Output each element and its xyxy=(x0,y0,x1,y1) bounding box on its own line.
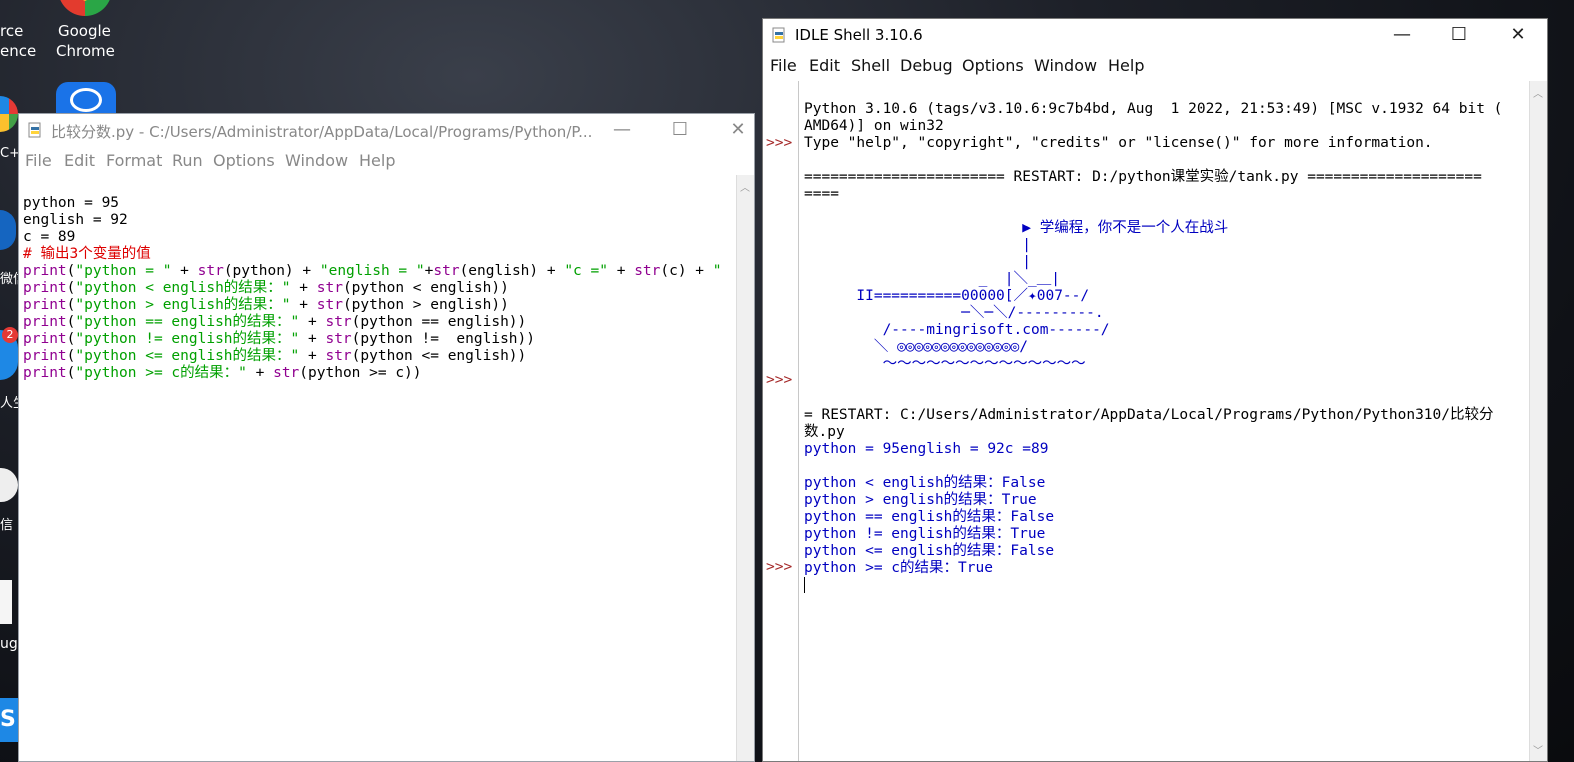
chrome-label: Google xyxy=(58,22,111,40)
maximize-button[interactable]: ☐ xyxy=(1436,19,1482,51)
tank-art-line: | xyxy=(804,254,1031,270)
code-line: print("python == english的结果：" + str(pyth… xyxy=(23,314,527,330)
shell-window: IDLE Shell 3.10.6 — ☐ ✕ File Edit Shell … xyxy=(762,18,1548,762)
tank-art-line: ～～～～～～～～～～～～～～ xyxy=(804,356,1086,372)
output-line: python != english的结果：True xyxy=(804,526,1046,542)
idle-icon xyxy=(771,27,787,43)
file-icon[interactable] xyxy=(0,580,12,624)
banner-line: AMD64)] on win32 xyxy=(804,118,944,134)
output-line: python < english的结果：False xyxy=(804,475,1046,491)
shell-menubar: File Edit Shell Debug Options Window Hel… xyxy=(763,51,1547,79)
output-line: python > english的结果：True xyxy=(804,492,1037,508)
notification-badge: 2 xyxy=(2,327,18,343)
tank-art-line: ▶ 学编程，你不是一个人在战斗 xyxy=(804,220,1229,236)
desktop-label: ug xyxy=(0,636,18,652)
tank-art-line: _ |＼_＿| xyxy=(804,271,1060,287)
app-icon[interactable] xyxy=(0,96,18,132)
text-cursor xyxy=(804,577,805,593)
restart-line: ==== xyxy=(804,186,839,202)
code-line: print("python > english的结果：" + str(pytho… xyxy=(23,297,509,313)
menu-edit[interactable]: Edit xyxy=(64,151,95,170)
menu-file[interactable]: File xyxy=(770,56,797,75)
editor-titlebar[interactable]: 比较分数.py - C:/Users/Administrator/AppData… xyxy=(19,114,754,146)
menu-shell[interactable]: Shell xyxy=(851,56,890,75)
tank-art-line: /----mingrisoft.com------/ xyxy=(804,322,1110,338)
wechat-icon[interactable] xyxy=(0,468,18,502)
menu-debug[interactable]: Debug xyxy=(900,56,953,75)
shell-output: Python 3.10.6 (tags/v3.10.6:9c7b4bd, Aug… xyxy=(804,84,1502,627)
tank-art-line: ─＼─＼/---------. xyxy=(804,305,1104,321)
editor-menubar: File Edit Format Run Options Window Help xyxy=(19,146,754,174)
tank-art-line: ＼ ◎◎◎◎◎◎◎◎◎◎◎◎◎◎/ xyxy=(804,339,1029,355)
desktop-label: rce xyxy=(0,22,24,40)
tank-art-line: | xyxy=(804,237,1031,253)
menu-window[interactable]: Window xyxy=(285,151,348,170)
editor-scrollbar[interactable]: ︿ xyxy=(736,175,754,761)
maximize-button[interactable]: ☐ xyxy=(657,114,703,146)
desktop-label: C+ xyxy=(0,146,20,161)
output-line: python = 95english = 92c =89 xyxy=(804,441,1049,457)
code-editor[interactable]: python = 95 english = 92 c = 89 # 输出3个变量的值 p… xyxy=(19,175,737,761)
menu-help[interactable]: Help xyxy=(1108,56,1144,75)
menu-format[interactable]: Format xyxy=(106,151,162,170)
output-line: python == english的结果：False xyxy=(804,509,1055,525)
menu-options[interactable]: Options xyxy=(962,56,1024,75)
code-text: python = 95 english = 92 c = 89 # 输出3个变量的值 p… xyxy=(23,178,722,416)
app-icon[interactable] xyxy=(0,210,16,250)
minimize-button[interactable]: — xyxy=(1379,19,1425,51)
restart-line: 数.py xyxy=(804,424,845,440)
tank-art-line: II==========00000[／✦007--/ xyxy=(804,288,1090,304)
code-line: c = 89 xyxy=(23,229,76,245)
prompt-gutter: >>> >>> >>> xyxy=(763,81,799,761)
menu-run[interactable]: Run xyxy=(172,151,203,170)
editor-title: 比较分数.py - C:/Users/Administrator/AppData… xyxy=(51,123,593,141)
code-line: # 输出3个变量的值 xyxy=(23,246,151,262)
close-button[interactable]: ✕ xyxy=(1495,19,1541,51)
menu-options[interactable]: Options xyxy=(213,151,275,170)
code-line: print("python != english的结果：" + str(pyth… xyxy=(23,331,535,347)
python-file-icon xyxy=(27,122,43,138)
editor-window: 比较分数.py - C:/Users/Administrator/AppData… xyxy=(18,113,755,762)
close-button[interactable]: ✕ xyxy=(715,114,761,146)
menu-window[interactable]: Window xyxy=(1034,56,1097,75)
restart-line: ======================= RESTART: D:/pyth… xyxy=(804,169,1482,185)
scroll-down-icon[interactable]: ﹀ xyxy=(1533,742,1543,757)
banner-line: Type "help", "copyright", "credits" or "… xyxy=(804,135,1433,151)
output-line: python <= english的结果：False xyxy=(804,543,1055,559)
banner-line: Python 3.10.6 (tags/v3.10.6:9c7b4bd, Aug… xyxy=(804,101,1503,117)
code-line: python = 95 xyxy=(23,195,120,211)
desktop-label: ence xyxy=(0,42,37,60)
code-line: print("python <= english的结果：" + str(pyth… xyxy=(23,348,527,364)
shell-scrollbar[interactable]: ︿ ﹀ xyxy=(1529,81,1547,761)
desktop-label: 信 xyxy=(0,518,14,533)
code-line: english = 92 xyxy=(23,212,128,228)
shell-prompt: >>> xyxy=(766,559,793,575)
code-line: print("python < english的结果：" + str(pytho… xyxy=(23,280,509,296)
chrome-icon[interactable] xyxy=(58,0,112,16)
minimize-button[interactable]: — xyxy=(599,114,645,146)
restart-line: = RESTART: C:/Users/Administrator/AppDat… xyxy=(804,407,1494,423)
shell-prompt: >>> xyxy=(766,135,793,151)
code-line: print("python = " + str(python) + "engli… xyxy=(23,263,722,279)
shell-titlebar[interactable]: IDLE Shell 3.10.6 — ☐ ✕ xyxy=(763,19,1547,51)
chrome-label: Chrome xyxy=(56,42,115,60)
code-line: print("python >= c的结果：" + str(python >= … xyxy=(23,365,422,381)
shell-text-area[interactable]: Python 3.10.6 (tags/v3.10.6:9c7b4bd, Aug… xyxy=(800,81,1528,761)
shell-prompt: >>> xyxy=(766,372,793,388)
output-line: python >= c的结果：True xyxy=(804,560,993,576)
menu-edit[interactable]: Edit xyxy=(809,56,840,75)
app-icon[interactable]: S xyxy=(0,698,18,742)
scroll-up-icon[interactable]: ︿ xyxy=(740,179,750,194)
scroll-up-icon[interactable]: ︿ xyxy=(1533,85,1543,100)
menu-file[interactable]: File xyxy=(25,151,52,170)
menu-help[interactable]: Help xyxy=(359,151,395,170)
shell-title: IDLE Shell 3.10.6 xyxy=(795,26,923,44)
